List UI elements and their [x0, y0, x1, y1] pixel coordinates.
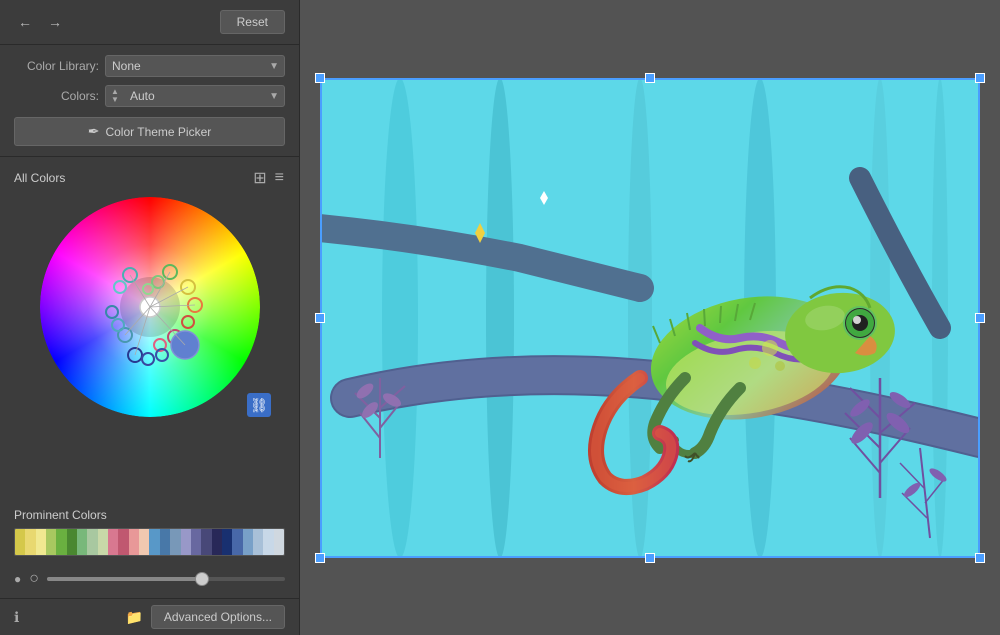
handle-bottom-middle[interactable]	[645, 553, 655, 563]
color-swatch[interactable]	[25, 529, 35, 555]
color-swatch[interactable]	[67, 529, 77, 555]
color-library-label: Color Library:	[14, 59, 99, 73]
left-panel: ← → Reset Color Library: None Adobe Colo…	[0, 0, 300, 635]
handle-middle-right[interactable]	[975, 313, 985, 323]
color-swatch[interactable]	[181, 529, 191, 555]
prominent-section: Prominent Colors	[0, 508, 299, 564]
artwork-container[interactable]	[320, 78, 980, 558]
color-swatch[interactable]	[118, 529, 128, 555]
color-swatch[interactable]	[212, 529, 222, 555]
color-swatch[interactable]	[274, 529, 284, 555]
wheel-icons: ⊞ ≡	[252, 167, 285, 189]
colors-row: Colors: ▲▼ Auto 2 3 4 5 6 ▼	[14, 85, 285, 107]
color-swatch[interactable]	[232, 529, 242, 555]
bottom-bar: ℹ 📁 Advanced Options...	[0, 598, 299, 635]
handle-top-right[interactable]	[975, 73, 985, 83]
handle-bottom-right[interactable]	[975, 553, 985, 563]
slider-fill	[47, 577, 202, 581]
color-swatch[interactable]	[222, 529, 232, 555]
color-swatch[interactable]	[201, 529, 211, 555]
color-swatch[interactable]	[170, 529, 180, 555]
slider-thumb	[195, 572, 209, 586]
handle-top-middle[interactable]	[645, 73, 655, 83]
color-theme-picker-label: Color Theme Picker	[105, 125, 211, 139]
color-library-select-wrapper: None Adobe Color Pantone ▼	[105, 55, 285, 77]
color-swatch[interactable]	[108, 529, 118, 555]
color-swatch[interactable]	[56, 529, 66, 555]
wheel-header: All Colors ⊞ ≡	[14, 167, 285, 189]
color-swatch[interactable]	[36, 529, 46, 555]
color-swatches[interactable]	[14, 528, 285, 556]
color-swatch[interactable]	[139, 529, 149, 555]
color-swatch[interactable]	[149, 529, 159, 555]
wheel-section: All Colors ⊞ ≡	[0, 157, 299, 508]
back-button[interactable]: ←	[14, 12, 36, 32]
color-swatch[interactable]	[98, 529, 108, 555]
slider-track[interactable]	[47, 577, 285, 581]
color-swatch[interactable]	[160, 529, 170, 555]
color-wheel[interactable]	[40, 197, 260, 417]
color-swatch[interactable]	[129, 529, 139, 555]
prominent-title: Prominent Colors	[14, 508, 285, 522]
color-swatch[interactable]	[77, 529, 87, 555]
handle-middle-left[interactable]	[315, 313, 325, 323]
forward-button[interactable]: →	[44, 12, 66, 32]
advanced-options-button[interactable]: Advanced Options...	[151, 605, 285, 629]
colors-label: Colors:	[14, 89, 99, 103]
chameleon-artwork	[320, 78, 980, 558]
color-swatch[interactable]	[46, 529, 56, 555]
wheel-title: All Colors	[14, 171, 65, 185]
link-chain-icon[interactable]: ⛓	[247, 393, 271, 417]
canvas-area	[300, 0, 1000, 635]
slider-section: ● ○	[0, 564, 299, 598]
colors-select[interactable]: Auto 2 3 4 5 6	[105, 85, 285, 107]
circle-small-icon: ●	[14, 572, 21, 586]
eyedropper-icon: ✒	[88, 123, 100, 140]
info-icon[interactable]: ℹ	[14, 609, 19, 626]
color-swatch[interactable]	[263, 529, 273, 555]
color-theme-picker-button[interactable]: ✒ Color Theme Picker	[14, 117, 285, 146]
controls-section: Color Library: None Adobe Color Pantone …	[0, 45, 299, 157]
reset-button[interactable]: Reset	[220, 10, 285, 34]
color-swatch[interactable]	[191, 529, 201, 555]
handle-top-left[interactable]	[315, 73, 325, 83]
color-library-select[interactable]: None Adobe Color Pantone	[105, 55, 285, 77]
wheel-container: ⛓	[14, 197, 285, 417]
colors-spinner-wrapper: ▲▼ Auto 2 3 4 5 6 ▼	[105, 85, 285, 107]
color-swatch[interactable]	[243, 529, 253, 555]
toolbar: ← → Reset	[0, 0, 299, 45]
color-library-row: Color Library: None Adobe Color Pantone …	[14, 55, 285, 77]
handle-bottom-left[interactable]	[315, 553, 325, 563]
grid-view-button[interactable]: ⊞	[252, 167, 267, 189]
list-view-button[interactable]: ≡	[274, 168, 285, 188]
circle-large-icon: ○	[29, 570, 39, 588]
color-swatch[interactable]	[15, 529, 25, 555]
folder-icon[interactable]: 📁	[125, 609, 142, 626]
color-swatch[interactable]	[253, 529, 263, 555]
color-swatch[interactable]	[87, 529, 97, 555]
